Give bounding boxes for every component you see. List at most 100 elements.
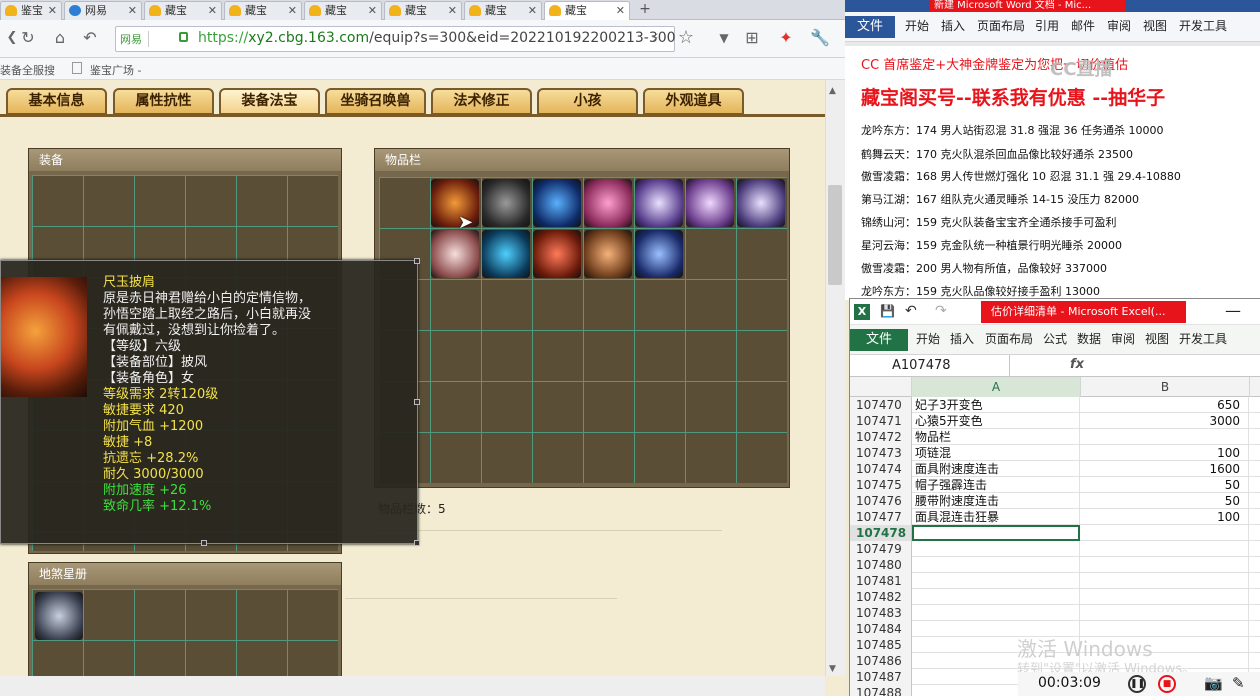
cell-b[interactable]: 650 [1081,397,1249,413]
tab-spells[interactable]: 法术修正 [431,88,532,115]
cell-a[interactable] [912,541,1080,557]
ribbon-tab[interactable]: 审阅 [1111,330,1135,347]
table-row[interactable]: 107477 面具混连击狂暴 100 [850,509,1260,525]
home-icon[interactable]: ⌂ [50,28,70,48]
table-row[interactable]: 107471 心猿5开变色 3000 [850,413,1260,429]
browser-tab[interactable]: 鉴宝 ✕ [0,1,62,20]
wrench-icon[interactable]: 🔧 [810,28,830,48]
ribbon-tab[interactable]: 开发工具 [1179,17,1227,34]
cell-b[interactable]: 50 [1081,477,1249,493]
column-header-b[interactable]: B [1081,377,1250,397]
bookmark-item[interactable]: 装备全服搜 [0,62,55,78]
fx-icon[interactable]: fx [1070,357,1084,372]
resize-handle[interactable] [414,399,420,405]
cell-b[interactable] [1081,589,1249,605]
scrollbar-thumb[interactable] [828,185,842,285]
tab-mounts[interactable]: 坐骑召唤兽 [325,88,426,115]
item-slot[interactable] [431,230,479,278]
cell-a[interactable]: 项链混 [912,445,1080,461]
row-number[interactable]: 107472 [850,429,912,445]
row-number[interactable]: 107485 [850,637,912,653]
table-row[interactable]: 107479 [850,541,1260,557]
cell-a[interactable]: 物品栏 [912,429,1080,445]
page-scrollbar[interactable] [825,80,845,676]
pen-icon[interactable]: ✎ [1232,674,1245,692]
cell-a[interactable]: 面具混连击狂暴 [912,509,1080,525]
column-header-a[interactable]: A [912,377,1081,397]
row-number[interactable]: 107481 [850,573,912,589]
bookmark-item[interactable]: 鉴宝广场 - [90,62,141,78]
close-icon[interactable]: ✕ [288,2,297,19]
stop-icon[interactable]: ■ [1158,675,1176,693]
row-number[interactable]: 107470 [850,397,912,413]
close-icon[interactable]: ✕ [368,2,377,19]
save-icon[interactable]: 💾 [880,304,895,318]
camera-icon[interactable]: 📷 [1204,674,1223,692]
close-icon[interactable]: ✕ [128,2,137,19]
cell-b[interactable]: 3000 [1081,413,1249,429]
row-number[interactable]: 107474 [850,461,912,477]
game-icon[interactable]: ✦ [776,28,796,48]
ribbon-tab[interactable]: 插入 [941,17,965,34]
table-row[interactable]: 107483 [850,605,1260,621]
item-slot[interactable] [533,179,581,227]
cell-a[interactable]: 帽子强霹连击 [912,477,1080,493]
table-row[interactable]: 107474 面具附速度连击 1600 [850,461,1260,477]
file-button[interactable]: 文件 [850,329,908,351]
ribbon-tab[interactable]: 引用 [1035,17,1059,34]
ribbon-tab[interactable]: 公式 [1043,330,1067,347]
row-number[interactable]: 107479 [850,541,912,557]
redo-icon[interactable]: ↷ [935,303,947,319]
cell-a[interactable] [912,573,1080,589]
ribbon-tab[interactable]: 视图 [1145,330,1169,347]
cell-b[interactable] [1081,541,1249,557]
flash-icon[interactable]: ⚡ [645,28,665,48]
browser-tab[interactable]: 网易 ✕ [64,1,142,20]
close-icon[interactable]: ✕ [208,2,217,19]
cell-b[interactable] [1081,429,1249,445]
cell-b[interactable] [1081,557,1249,573]
row-number[interactable]: 107476 [850,493,912,509]
cell-a[interactable]: 心猿5开变色 [912,413,1080,429]
cell-b[interactable]: 1600 [1081,461,1249,477]
cell-a[interactable] [912,557,1080,573]
close-icon[interactable]: ✕ [528,2,537,19]
file-button[interactable]: 文件 [845,16,895,38]
table-row[interactable]: 107478 [850,525,1260,541]
ribbon-tab[interactable]: 审阅 [1107,17,1131,34]
resize-handle[interactable] [201,540,207,546]
pause-icon[interactable]: ❚❚ [1128,675,1146,693]
row-number[interactable]: 107471 [850,413,912,429]
ribbon-tab[interactable]: 开始 [905,17,929,34]
row-number[interactable]: 107482 [850,589,912,605]
table-row[interactable]: 107475 帽子强霹连击 50 [850,477,1260,493]
cell-a[interactable]: 妃子3开变色 [912,397,1080,413]
item-slot[interactable] [635,179,683,227]
row-number[interactable]: 107477 [850,509,912,525]
table-row[interactable]: 107482 [850,589,1260,605]
table-row[interactable]: 107481 [850,573,1260,589]
item-slot[interactable] [533,230,581,278]
table-row[interactable]: 107480 [850,557,1260,573]
cell-a[interactable]: 腰带附速度连击 [912,493,1080,509]
cell-a[interactable] [912,525,1080,541]
row-number[interactable]: 107484 [850,621,912,637]
table-row[interactable]: 107476 腰带附速度连击 50 [850,493,1260,509]
item-slot[interactable] [482,179,530,227]
item-slot[interactable] [737,179,785,227]
browser-tab[interactable]: 藏宝 ✕ [144,1,222,20]
cell-b[interactable] [1081,525,1249,541]
cell-a[interactable]: 面具附速度连击 [912,461,1080,477]
cell-b[interactable]: 50 [1081,493,1249,509]
cell-a[interactable] [912,605,1080,621]
tab-equipment[interactable]: 装备法宝 [219,88,320,115]
ribbon-tab[interactable]: 插入 [950,330,974,347]
refresh-icon[interactable]: ↻ [18,28,38,48]
new-tab-button[interactable]: + [632,0,658,20]
horizontal-scrollbar[interactable] [0,676,825,696]
item-slot[interactable] [584,230,632,278]
url-text[interactable]: https://xy2.cbg.163.com/equip?s=300&eid=… [198,30,676,46]
undo-icon[interactable]: ↶ [80,28,100,48]
ribbon-tab[interactable]: 页面布局 [977,17,1025,34]
tab-basic-info[interactable]: 基本信息 [6,88,107,115]
